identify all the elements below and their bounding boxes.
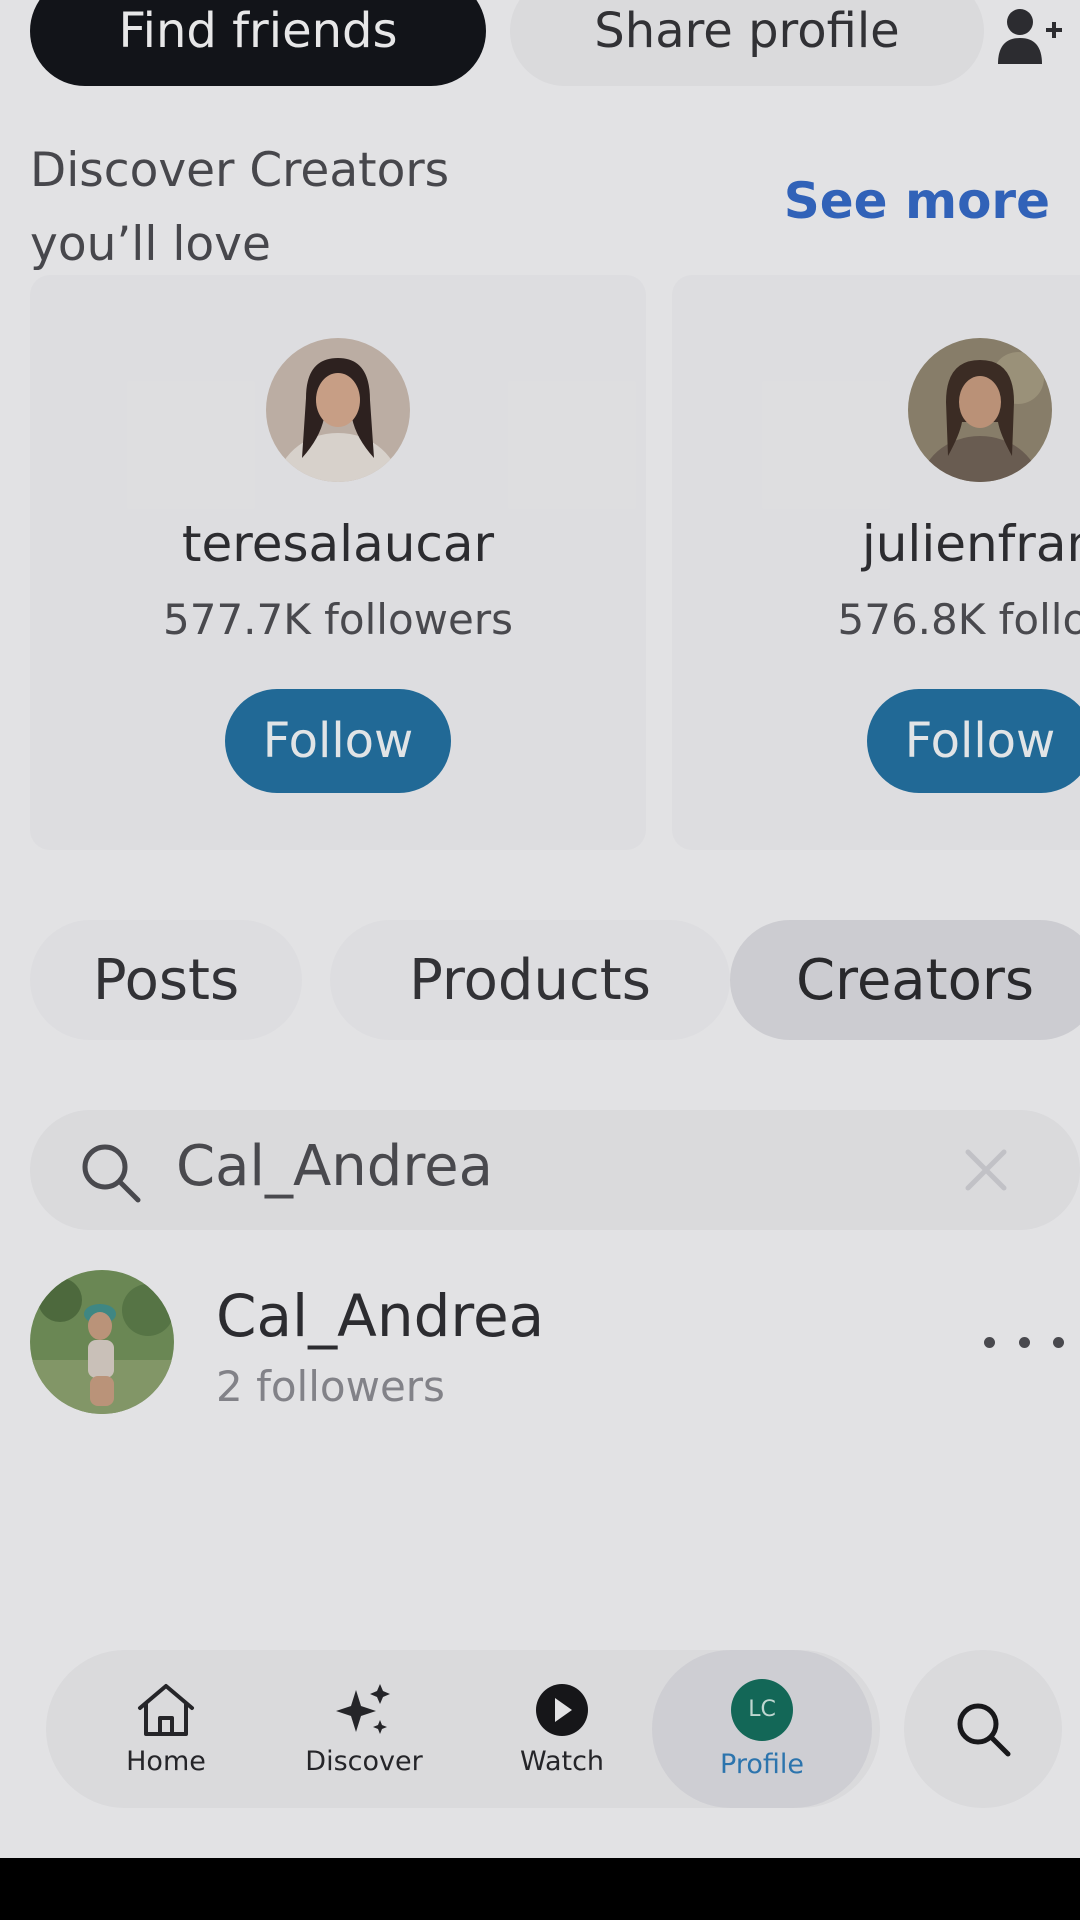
discover-creators-title: Discover Creators you’ll love <box>30 134 590 282</box>
follow-button[interactable]: Follow <box>225 689 451 793</box>
follow-button[interactable]: Follow <box>867 689 1080 793</box>
creator-avatar[interactable] <box>266 338 410 482</box>
tab-posts[interactable]: Posts <box>30 920 302 1040</box>
profile-badge-icon: LC <box>731 1678 793 1741</box>
search-result-row[interactable]: Cal_Andrea 2 followers <box>30 1270 1080 1416</box>
creator-followers: 577.7K followers <box>163 595 513 644</box>
creator-name[interactable]: teresalaucar <box>30 515 646 573</box>
creator-card[interactable]: teresalaucar 577.7K followers Follow <box>30 275 646 850</box>
nav-discover[interactable]: Discover <box>274 1650 454 1808</box>
bottom-nav: Home Discover Watch LC Profile <box>46 1650 880 1808</box>
find-friends-button[interactable]: Find friends <box>30 0 486 86</box>
discover-title-line1: Discover Creators <box>30 143 450 198</box>
share-profile-button[interactable]: Share profile <box>510 0 984 86</box>
tab-creators[interactable]: Creators <box>730 920 1080 1040</box>
result-followers: 2 followers <box>216 1362 445 1411</box>
creator-avatar[interactable] <box>908 338 1052 482</box>
discover-title-line2: you’ll love <box>30 217 271 272</box>
nav-home[interactable]: Home <box>76 1650 256 1808</box>
bottom-black-bar <box>0 1858 1080 1920</box>
top-actions: Find friends Share profile <box>30 0 1080 86</box>
nav-profile-label: Profile <box>720 1748 804 1780</box>
creator-followers: 576.8K follow <box>837 595 1080 644</box>
search-icon <box>957 1703 1011 1757</box>
search-icon <box>82 1144 141 1203</box>
nav-home-label: Home <box>126 1745 206 1777</box>
search-input[interactable]: Cal_Andrea <box>176 1134 493 1199</box>
add-person-icon[interactable] <box>996 6 1066 66</box>
creator-name[interactable]: julienfran <box>672 515 1080 573</box>
search-bar[interactable]: Cal_Andrea <box>30 1110 1080 1230</box>
creator-carousel[interactable]: teresalaucar 577.7K followers Follow jul… <box>0 275 1080 855</box>
play-icon <box>536 1683 588 1736</box>
nav-profile[interactable]: LC Profile <box>652 1650 872 1808</box>
more-options-icon[interactable] <box>984 1322 1064 1362</box>
content-tabs: Posts Products Creators <box>30 920 1080 1040</box>
tab-products[interactable]: Products <box>330 920 730 1040</box>
result-name[interactable]: Cal_Andrea <box>216 1282 544 1350</box>
see-more-link[interactable]: See more <box>784 172 1050 230</box>
nav-discover-label: Discover <box>305 1745 423 1777</box>
nav-watch[interactable]: Watch <box>472 1650 652 1808</box>
close-icon[interactable] <box>960 1144 1012 1196</box>
creator-card[interactable]: julienfran 576.8K follow Follow <box>672 275 1080 850</box>
nav-search-button[interactable] <box>904 1650 1062 1808</box>
home-icon <box>138 1683 194 1736</box>
sparkle-icon <box>336 1683 390 1734</box>
nav-watch-label: Watch <box>519 1745 605 1777</box>
result-avatar[interactable] <box>30 1270 174 1414</box>
